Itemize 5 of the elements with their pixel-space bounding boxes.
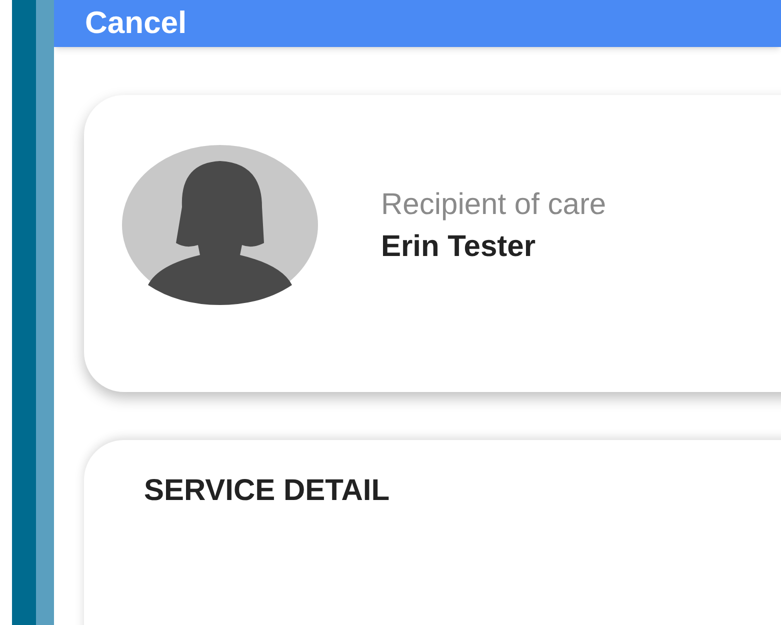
- cancel-button[interactable]: Cancel: [85, 0, 187, 46]
- section-title: SERVICE DETAIL: [144, 474, 390, 506]
- recipient-name: Erin Tester: [381, 229, 536, 265]
- avatar-icon: [122, 145, 318, 305]
- recipient-label: Recipient of care: [381, 187, 606, 223]
